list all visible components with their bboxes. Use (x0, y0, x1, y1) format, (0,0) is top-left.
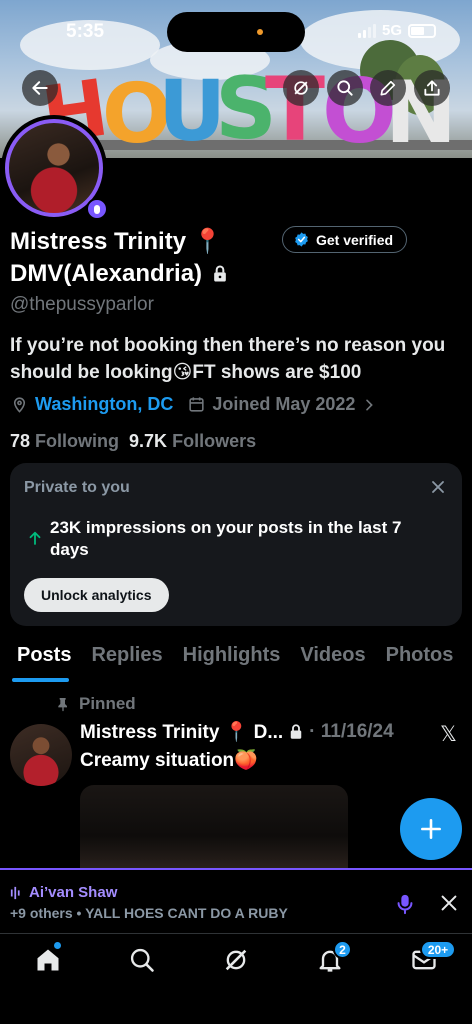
profile-tabs: Posts Replies Highlights Videos Photos (0, 636, 472, 682)
search-icon (130, 948, 154, 972)
audio-wave-icon (10, 886, 20, 899)
grok-icon (225, 949, 247, 971)
unlock-analytics-button[interactable]: Unlock analytics (24, 578, 169, 612)
status-time: 5:35 (66, 21, 105, 42)
post-author[interactable]: Mistress Trinity 📍 D... (80, 720, 283, 744)
profile-name-line1: Mistress Trinity 📍 (10, 228, 223, 255)
tab-photos[interactable]: Photos (376, 636, 464, 682)
nav-grok[interactable] (222, 946, 252, 976)
analytics-card: Private to you 23K impressions on your p… (10, 463, 462, 626)
signal-icon (357, 23, 376, 38)
grok-icon (294, 81, 308, 95)
pin-icon (58, 698, 67, 712)
profile-meta: Washington, DC Joined May 2022 (10, 394, 377, 415)
post-media[interactable] (80, 785, 348, 870)
joined-date: Joined May 2022 (212, 394, 356, 414)
space-host-name: Ai’van Shaw (29, 884, 118, 901)
lock-icon (214, 265, 226, 282)
live-space-badge (86, 198, 108, 220)
post-text: Creamy situation🍑 (80, 750, 258, 771)
analytics-title: Private to you (24, 479, 130, 496)
tab-posts[interactable]: Posts (0, 636, 81, 682)
verified-badge-icon (295, 232, 308, 247)
post-avatar[interactable] (10, 724, 72, 786)
space-host: Ai’van Shaw (10, 884, 117, 901)
nav-home[interactable] (34, 946, 64, 976)
location-icon (13, 397, 26, 413)
get-verified-label: Get verified (316, 231, 394, 248)
live-space-bar[interactable]: Ai’van Shaw +9 others • YALL HOES CANT D… (0, 868, 472, 934)
houston-sign-graphic: H O U S T O N (40, 58, 472, 150)
profile-name: Mistress Trinity 📍 DMV(Alexandria) (10, 226, 280, 290)
get-verified-button[interactable]: Get verified (282, 226, 408, 253)
search-icon (337, 80, 353, 96)
close-space-icon[interactable] (438, 892, 460, 914)
bottom-nav: 2 20+ (0, 934, 472, 1024)
pinned-indicator: Pinned (55, 694, 136, 714)
compose-post-button[interactable] (400, 798, 462, 860)
profile-bio: If you’re not booking then there’s no re… (10, 335, 446, 383)
edit-button[interactable] (370, 70, 406, 106)
dynamic-island (167, 12, 305, 52)
pinned-label: Pinned (79, 694, 136, 713)
space-subtitle: +9 others • YALL HOES CANT DO A RUBY (10, 905, 288, 921)
notifications-badge: 2 (333, 940, 352, 959)
post-header: Mistress Trinity 📍 D... · 11/16/24 (80, 720, 430, 744)
followers-link[interactable]: 9.7K Followers (129, 431, 256, 452)
nav-search[interactable] (128, 946, 158, 976)
close-icon[interactable] (428, 477, 448, 497)
share-button[interactable] (414, 70, 450, 106)
lock-icon (290, 724, 302, 739)
profile-name-line2: DMV(Alexandria) (10, 260, 203, 287)
tab-replies[interactable]: Replies (81, 636, 172, 682)
search-button[interactable] (327, 70, 363, 106)
home-icon (37, 949, 59, 971)
microphone-icon[interactable] (394, 892, 416, 916)
share-icon (424, 80, 440, 96)
follow-stats: 78 Following 9.7K Followers (10, 431, 256, 452)
followers-count: 9.7K (129, 431, 168, 451)
following-label: Following (35, 431, 120, 451)
tab-videos[interactable]: Videos (290, 636, 375, 682)
following-link[interactable]: 78 Following (10, 431, 119, 452)
pencil-icon (380, 80, 396, 96)
following-count: 78 (10, 431, 31, 451)
location-link[interactable]: Washington, DC (35, 394, 173, 415)
status-bar: 5:35 5G (0, 0, 472, 60)
arrow-up-icon (29, 531, 41, 545)
followers-label: Followers (172, 431, 257, 451)
impressions-text: 23K impressions on your posts in the las… (50, 518, 402, 559)
post-date: · 11/16/24 (309, 721, 394, 742)
plus-icon (421, 819, 441, 839)
chevron-right-icon[interactable] (361, 397, 377, 413)
calendar-icon (189, 397, 204, 412)
messages-badge: 20+ (420, 940, 456, 959)
grok-button[interactable] (283, 70, 319, 106)
back-button[interactable] (22, 70, 58, 106)
status-indicators: 5G (357, 22, 436, 39)
network-label: 5G (381, 22, 402, 39)
tab-highlights[interactable]: Highlights (173, 636, 291, 682)
arrow-left-icon (32, 81, 48, 95)
profile-handle: @thepussyparlor (10, 294, 154, 315)
x-logo-icon: 𝕏 (440, 723, 457, 746)
battery-icon (408, 23, 436, 38)
